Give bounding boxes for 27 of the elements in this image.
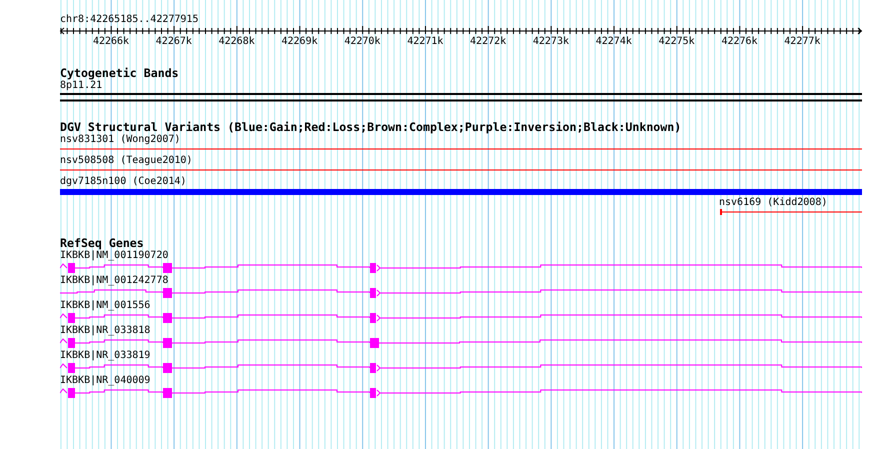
tick-label: 42275k	[658, 36, 695, 47]
track-title: Cytogenetic Bands	[60, 67, 180, 80]
gene-label: IKBKB|NM_001190720	[60, 250, 168, 261]
tick-label: 42272k	[470, 36, 506, 47]
tick-label: 42269k	[282, 36, 318, 47]
variant-label: nsv6169 (Kidd2008)	[719, 197, 828, 208]
gene-label: IKBKB|NR_033818	[60, 325, 150, 336]
tick-label: 42266k	[92, 36, 130, 47]
band-label: 8p11.21	[60, 80, 102, 91]
tick-label: 42271k	[407, 36, 444, 47]
gene-label: IKBKB|NR_040009	[60, 375, 150, 386]
gene-label: IKBKB|NM_001556	[60, 300, 150, 311]
track-title: RefSeq Genes	[60, 237, 145, 250]
tick-label: 42276k	[721, 36, 758, 47]
tick-label: 42277k	[784, 36, 820, 47]
gene-label: IKBKB|NR_033819	[60, 350, 150, 361]
variant-label: nsv508508 (Teague2010)	[60, 155, 192, 166]
track-title: DGV Structural Variants (Blue:Gain;Red:Loss;Brown:Complex;Purple:Inversion;Black:Unknown)	[60, 121, 682, 134]
gene-label: IKBKB|NM_001242778	[60, 275, 168, 286]
variant-label: dgv7185n100 (Coe2014)	[60, 176, 186, 187]
tick-label: 42268k	[218, 36, 255, 47]
ruler-title: chr8:42265185..42277915	[60, 14, 200, 26]
tick-label: 42270k	[344, 36, 380, 47]
variant-label: nsv831301 (Wong2007)	[60, 134, 180, 145]
tick-label: 42273k	[532, 36, 570, 47]
tick-label: 42267k	[156, 36, 192, 47]
tick-label: 42274k	[596, 36, 632, 47]
